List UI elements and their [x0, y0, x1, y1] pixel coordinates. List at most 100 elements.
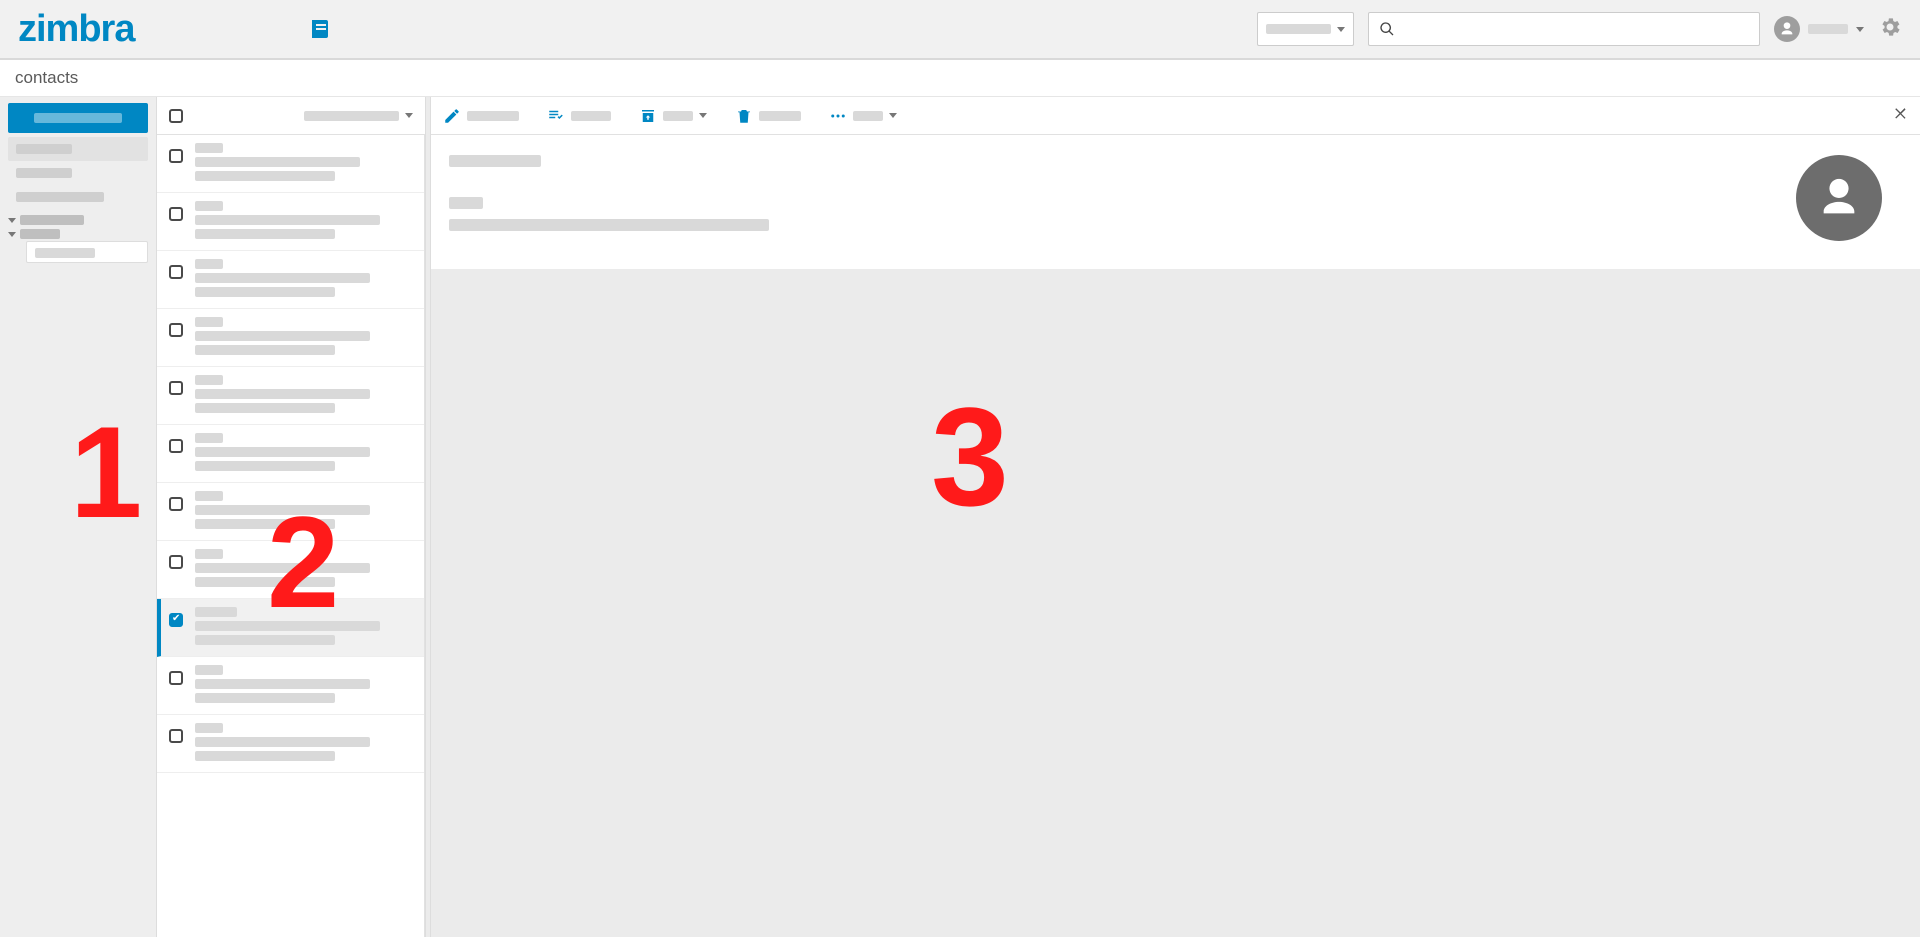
sidebar-item[interactable]: [8, 185, 148, 209]
contact-row-initial: [195, 317, 223, 327]
contact-row-text: [195, 143, 412, 181]
new-contact-button[interactable]: [8, 103, 148, 133]
app-header: zimbra: [0, 0, 1920, 60]
edit-button[interactable]: [443, 107, 519, 125]
close-detail-button[interactable]: [1892, 105, 1908, 126]
select-all-checkbox[interactable]: [169, 109, 183, 123]
sidebar-item-label: [16, 168, 72, 178]
assign-label: [571, 111, 611, 121]
contact-list-header: [157, 97, 425, 135]
contact-row[interactable]: [157, 657, 424, 715]
contact-row-name: [195, 215, 380, 225]
user-name-label: [1808, 24, 1848, 34]
contact-detail-panel: 3: [431, 97, 1920, 937]
sidebar-group-label: [20, 229, 60, 239]
dots-icon: [829, 107, 847, 125]
contact-row-email: [195, 287, 335, 297]
search-scope-select[interactable]: [1257, 12, 1354, 46]
sidebar-item[interactable]: [8, 161, 148, 185]
chevron-down-icon: [889, 113, 897, 118]
contact-row[interactable]: [157, 367, 424, 425]
more-button[interactable]: [829, 107, 897, 125]
contact-row-text: [195, 723, 412, 761]
contact-card-text: [449, 155, 769, 231]
chevron-down-icon: [8, 232, 16, 237]
edit-label: [467, 111, 519, 121]
archive-icon: [639, 107, 657, 125]
move-button[interactable]: [639, 107, 707, 125]
contact-row-initial: [195, 723, 223, 733]
sidebar-item[interactable]: [8, 137, 148, 161]
breadcrumb: contacts: [0, 60, 1920, 97]
search-box[interactable]: [1368, 12, 1760, 46]
contact-row-name: [195, 273, 370, 283]
contact-row-email: [195, 171, 335, 181]
contact-row-email: [195, 229, 335, 239]
contact-row-checkbox[interactable]: [169, 555, 183, 569]
contact-row-checkbox[interactable]: [169, 439, 183, 453]
contact-row-name: [195, 679, 370, 689]
chevron-down-icon: [1337, 27, 1345, 32]
contact-row-email: [195, 635, 335, 645]
sort-dropdown[interactable]: [304, 111, 413, 121]
detail-toolbar: [431, 97, 1920, 135]
contact-row-email: [195, 751, 335, 761]
close-icon: [1892, 105, 1908, 121]
search-icon: [1379, 21, 1395, 37]
settings-button[interactable]: [1878, 15, 1902, 44]
contact-row-initial: [195, 259, 223, 269]
search-scope-label: [1266, 24, 1331, 34]
delete-button[interactable]: [735, 107, 801, 125]
contact-list-panel: 2: [156, 97, 425, 937]
contact-row-checkbox[interactable]: [169, 323, 183, 337]
contact-row[interactable]: [157, 715, 424, 773]
contact-row-text: [195, 665, 412, 703]
contact-row-name: [195, 447, 370, 457]
contact-row-text: [195, 259, 412, 297]
sidebar-group-header[interactable]: [8, 227, 148, 241]
contact-row-checkbox[interactable]: [169, 149, 183, 163]
contact-row-initial: [195, 143, 223, 153]
contact-row[interactable]: [157, 425, 424, 483]
contact-row-initial: [195, 201, 223, 211]
contact-row-checkbox[interactable]: [169, 207, 183, 221]
contact-row-name: [195, 331, 370, 341]
contact-row[interactable]: [157, 135, 424, 193]
contact-row-initial: [195, 375, 223, 385]
sidebar-tag-input[interactable]: [26, 241, 148, 263]
assign-button[interactable]: [547, 107, 611, 125]
breadcrumb-label: contacts: [15, 68, 78, 88]
user-avatar-icon: [1774, 16, 1800, 42]
sidebar-group-label: [20, 215, 84, 225]
contact-row-checkbox[interactable]: [169, 613, 183, 627]
main-area: 1 2: [0, 97, 1920, 937]
brand-logo: zimbra: [18, 8, 134, 51]
contact-row-initial: [195, 491, 223, 501]
contact-row-checkbox[interactable]: [169, 497, 183, 511]
new-contact-label: [34, 113, 122, 123]
overlay-number-2: 2: [267, 497, 339, 627]
contact-row-checkbox[interactable]: [169, 265, 183, 279]
contact-row-initial: [195, 665, 223, 675]
sidebar-item-label: [16, 192, 104, 202]
sidebar-group-header[interactable]: [8, 213, 148, 227]
chevron-down-icon: [8, 218, 16, 223]
header-right: [1257, 12, 1902, 46]
sort-label: [304, 111, 399, 121]
search-input[interactable]: [1403, 21, 1749, 37]
contact-row[interactable]: [157, 193, 424, 251]
contact-row[interactable]: [157, 251, 424, 309]
chevron-down-icon: [405, 113, 413, 118]
user-menu[interactable]: [1774, 16, 1864, 42]
more-label: [853, 111, 883, 121]
move-label: [663, 111, 693, 121]
trash-icon: [735, 107, 753, 125]
contact-row-checkbox[interactable]: [169, 381, 183, 395]
contact-row-initial: [195, 549, 223, 559]
contacts-app-icon[interactable]: [309, 17, 333, 41]
pencil-icon: [443, 107, 461, 125]
contact-row-checkbox[interactable]: [169, 671, 183, 685]
contact-row-checkbox[interactable]: [169, 729, 183, 743]
contact-row[interactable]: [157, 309, 424, 367]
contact-row-name: [195, 389, 370, 399]
